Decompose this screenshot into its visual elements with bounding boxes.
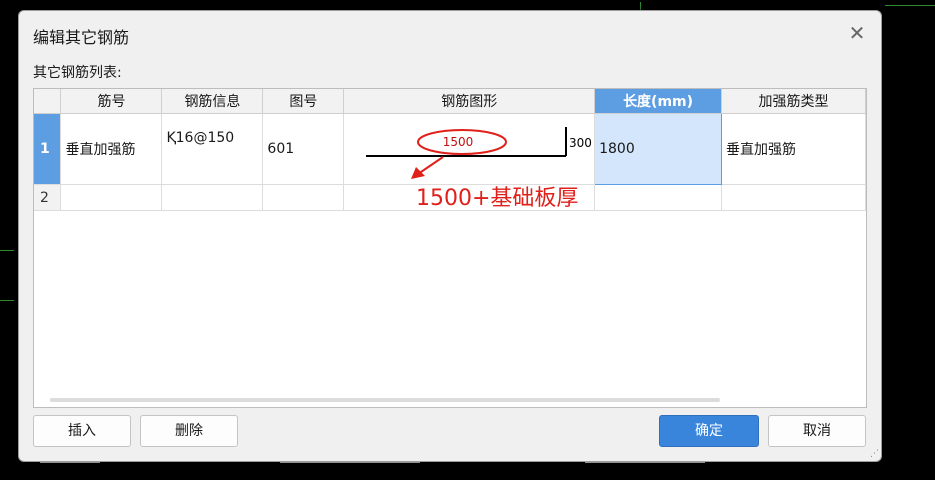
cancel-button[interactable]: 取消 [768, 415, 866, 447]
corner-header [34, 89, 62, 114]
header-rebar-shape[interactable]: 钢筋图形 [343, 89, 596, 114]
rebar-shape-drawing: 1500 300 [366, 127, 592, 157]
shape-main-value: 1500 [443, 135, 474, 149]
resize-grip-icon[interactable]: ⋰ [870, 450, 879, 459]
delete-button[interactable]: 删除 [140, 415, 238, 447]
header-figure-no[interactable]: 图号 [262, 89, 345, 114]
rebar-list-label: 其它钢筋列表: [33, 65, 122, 81]
row-number[interactable]: 2 [34, 184, 62, 211]
header-rebar-no[interactable]: 筋号 [60, 89, 163, 114]
annotation-text: 1500+基础板厚 [416, 186, 579, 211]
dialog-title: 编辑其它钢筋 [33, 28, 130, 47]
shape-hook-value: 300 [569, 136, 592, 150]
cell-rebar-info[interactable] [161, 184, 264, 211]
ok-button[interactable]: 确定 [659, 415, 759, 447]
cell-length[interactable] [594, 184, 723, 211]
cell-figure-no[interactable]: 601 [262, 113, 345, 185]
table-row[interactable]: 1 垂直加强筋 Ⱪ16@150 601 1500 300 1800 垂直加强筋 [34, 113, 866, 185]
cell-length[interactable]: 1800 [594, 113, 723, 185]
cell-rebar-shape[interactable]: 1500 300 [343, 113, 596, 185]
insert-button[interactable]: 插入 [33, 415, 131, 447]
header-rebar-info[interactable]: 钢筋信息 [161, 89, 264, 114]
cell-rebar-no[interactable]: 垂直加强筋 [60, 113, 163, 185]
row-number[interactable]: 1 [34, 113, 62, 185]
rebar-table: 筋号 钢筋信息 图号 钢筋图形 长度(mm) 加强筋类型 1 垂直加强筋 Ⱪ16… [33, 88, 867, 408]
header-length[interactable]: 长度(mm) [594, 89, 723, 114]
header-reinforcement-type[interactable]: 加强筋类型 [721, 89, 866, 114]
cell-rebar-no[interactable] [60, 184, 163, 211]
cell-reinforcement-type[interactable] [721, 184, 866, 211]
close-icon[interactable]: ✕ [845, 21, 869, 45]
edit-other-rebar-dialog: 编辑其它钢筋 ✕ 其它钢筋列表: 筋号 钢筋信息 图号 钢筋图形 长度(mm) … [18, 10, 882, 462]
cell-figure-no[interactable] [262, 184, 345, 211]
horizontal-scrollbar[interactable] [50, 398, 720, 402]
cell-rebar-info[interactable]: Ⱪ16@150 [161, 113, 264, 185]
cell-reinforcement-type[interactable]: 垂直加强筋 [721, 113, 866, 185]
